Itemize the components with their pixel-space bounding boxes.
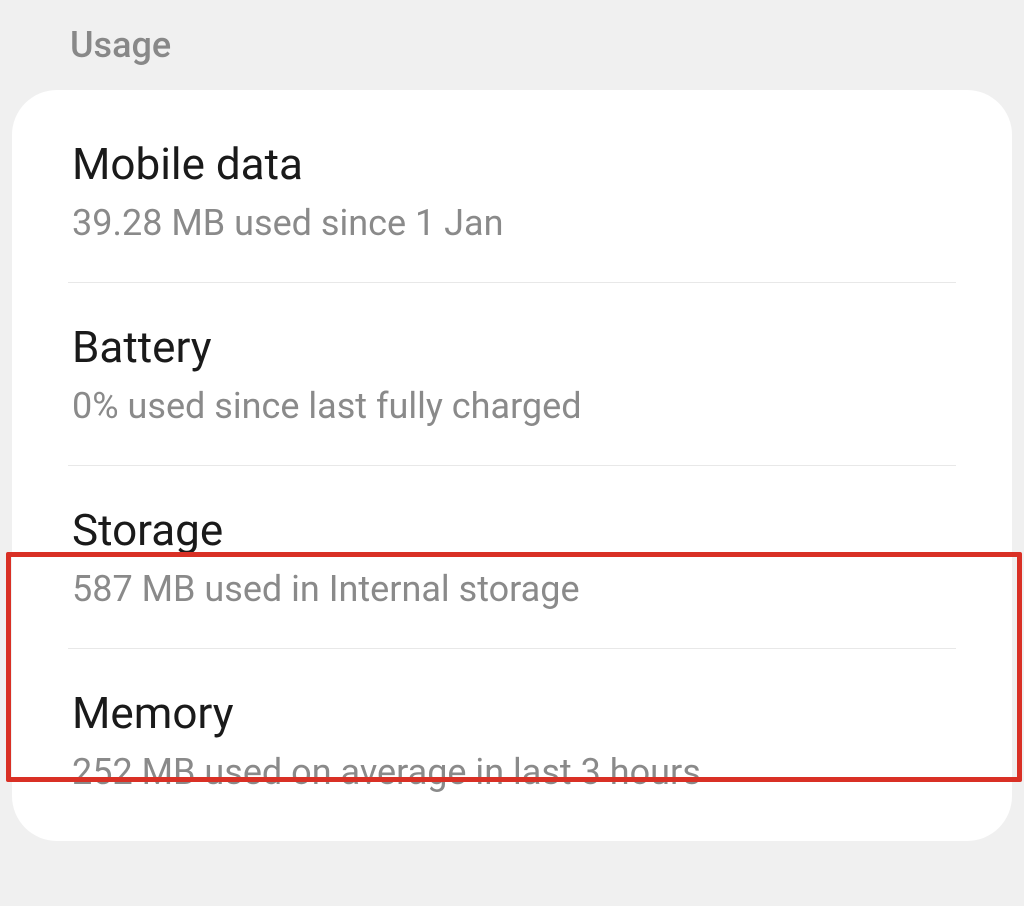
section-header: Usage	[0, 0, 1024, 90]
storage-subtitle: 587 MB used in Internal storage	[72, 568, 956, 610]
battery-subtitle: 0% used since last fully charged	[72, 385, 956, 427]
storage-title: Storage	[72, 504, 956, 556]
mobile-data-subtitle: 39.28 MB used since 1 Jan	[72, 202, 956, 244]
mobile-data-item[interactable]: Mobile data 39.28 MB used since 1 Jan	[12, 100, 1012, 282]
battery-item[interactable]: Battery 0% used since last fully charged	[12, 283, 1012, 465]
memory-subtitle: 252 MB used on average in last 3 hours	[72, 751, 956, 793]
memory-title: Memory	[72, 687, 956, 739]
usage-card: Mobile data 39.28 MB used since 1 Jan Ba…	[12, 90, 1012, 841]
memory-item[interactable]: Memory 252 MB used on average in last 3 …	[12, 649, 1012, 831]
mobile-data-title: Mobile data	[72, 138, 956, 190]
battery-title: Battery	[72, 321, 956, 373]
storage-item[interactable]: Storage 587 MB used in Internal storage	[12, 466, 1012, 648]
